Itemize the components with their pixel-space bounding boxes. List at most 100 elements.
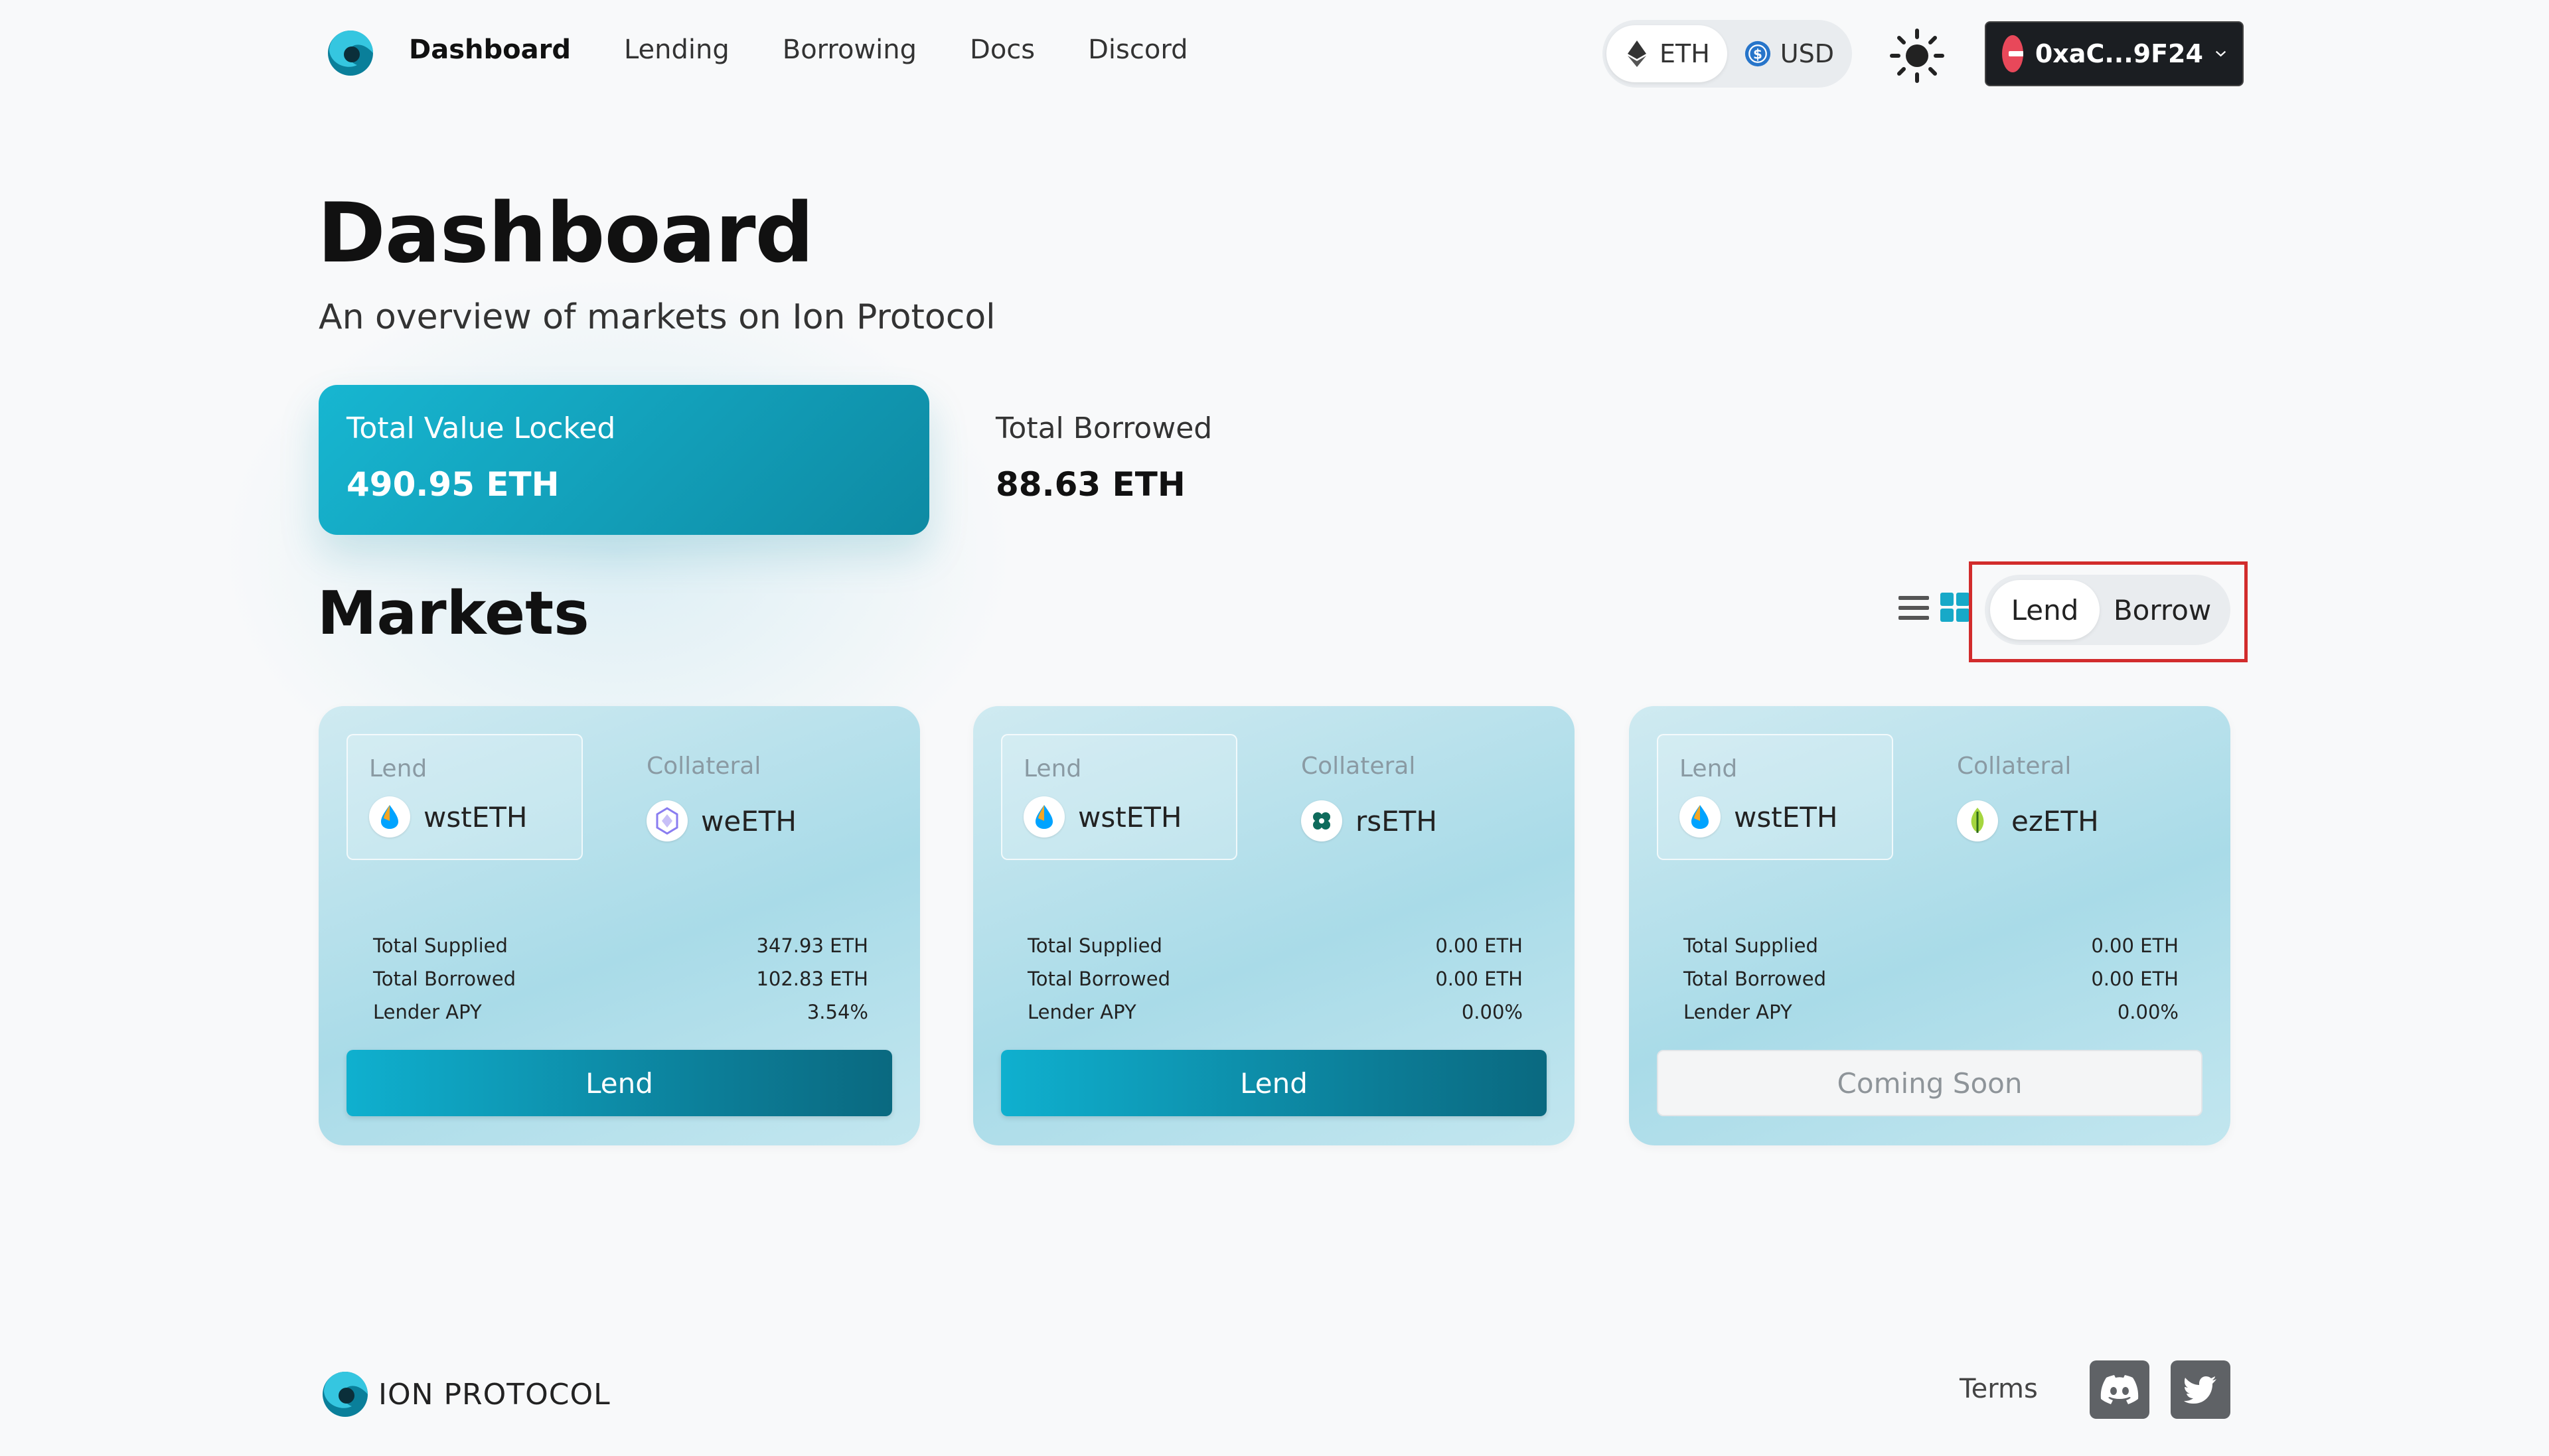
sun-icon[interactable] bbox=[1889, 28, 1945, 84]
footer-brand: ION PROTOCOL bbox=[378, 1378, 611, 1412]
wallet-address: 0xaC...9F24 bbox=[2035, 39, 2203, 68]
stat-label: Total Supplied bbox=[1683, 934, 1818, 957]
stat-row-total-borrowed: Total Borrowed 102.83 ETH bbox=[373, 962, 868, 995]
collateral-asset-name: ezETH bbox=[2011, 804, 2099, 837]
ion-logo-icon[interactable] bbox=[317, 1364, 373, 1421]
collateral-asset: Collateral weETH bbox=[647, 734, 886, 860]
stat-label: Total Supplied bbox=[373, 934, 508, 957]
coming-soon-button[interactable]: Coming Soon bbox=[1657, 1050, 2202, 1116]
tvl-label: Total Value Locked bbox=[347, 411, 616, 445]
lend-asset-name: wstETH bbox=[1734, 800, 1838, 834]
collateral-asset-name: rsETH bbox=[1355, 804, 1437, 837]
lend-asset-label: Lend bbox=[1679, 755, 1738, 782]
stat-row-lender-apy: Lender APY 0.00% bbox=[1683, 995, 2179, 1029]
top-navbar: Dashboard Lending Borrowing Docs Discord… bbox=[0, 0, 2549, 106]
tvl-card: Total Value Locked 490.95 ETH bbox=[319, 385, 929, 535]
wsteth-token-icon bbox=[1679, 796, 1721, 837]
stat-row-total-supplied: Total Supplied 347.93 ETH bbox=[373, 929, 868, 962]
total-borrowed-label: Total Borrowed bbox=[996, 411, 1213, 445]
market-stats: Total Supplied 0.00 ETH Total Borrowed 0… bbox=[1028, 929, 1523, 1029]
currency-usd-button[interactable]: $ USD bbox=[1727, 25, 1851, 82]
currency-toggle: ETH $ USD bbox=[1602, 20, 1852, 88]
collateral-label: Collateral bbox=[1957, 753, 2072, 780]
discord-button[interactable] bbox=[2090, 1360, 2149, 1419]
lend-borrow-toggle: Lend Borrow bbox=[1985, 575, 2230, 645]
nav-discord[interactable]: Discord bbox=[1088, 35, 1188, 65]
stat-label: Lender APY bbox=[1028, 1001, 1136, 1023]
stat-label: Total Supplied bbox=[1028, 934, 1162, 957]
chevron-down-icon bbox=[2215, 50, 2226, 57]
collateral-asset: Collateral rsETH bbox=[1301, 734, 1540, 860]
ion-logo-icon[interactable] bbox=[323, 24, 378, 80]
grid-view-icon[interactable] bbox=[1940, 592, 1970, 622]
total-borrowed-value: 88.63 ETH bbox=[996, 465, 1186, 504]
lend-button[interactable]: Lend bbox=[347, 1050, 892, 1116]
stat-label: Total Borrowed bbox=[373, 968, 516, 990]
collateral-label: Collateral bbox=[1301, 753, 1416, 780]
twitter-button[interactable] bbox=[2171, 1360, 2230, 1419]
stat-value: 0.00 ETH bbox=[2091, 968, 2179, 990]
nav-borrowing[interactable]: Borrowing bbox=[783, 35, 917, 65]
tvl-value: 490.95 ETH bbox=[347, 465, 560, 504]
lend-toggle-button[interactable]: Lend bbox=[1990, 580, 2100, 640]
wallet-button[interactable]: 0xaC...9F24 bbox=[1985, 21, 2244, 86]
nav-docs[interactable]: Docs bbox=[970, 35, 1035, 65]
total-borrowed-stat: Total Borrowed 88.63 ETH bbox=[996, 411, 1212, 504]
stat-value: 0.00% bbox=[1461, 1001, 1523, 1023]
lend-button[interactable]: Lend bbox=[1001, 1050, 1547, 1116]
nav-lending[interactable]: Lending bbox=[624, 35, 730, 65]
stat-label: Lender APY bbox=[1683, 1001, 1792, 1023]
stat-value: 102.83 ETH bbox=[756, 968, 868, 990]
stat-value: 0.00% bbox=[2117, 1001, 2179, 1023]
stat-value: 347.93 ETH bbox=[756, 934, 868, 957]
lend-asset-box: Lend wstETH bbox=[1001, 734, 1237, 860]
lend-asset-box: Lend wstETH bbox=[347, 734, 583, 860]
wallet-avatar bbox=[2002, 35, 2023, 72]
stat-value: 0.00 ETH bbox=[1435, 934, 1523, 957]
lend-asset-name: wstETH bbox=[424, 800, 528, 834]
stat-row-total-borrowed: Total Borrowed 0.00 ETH bbox=[1683, 962, 2179, 995]
stat-value: 0.00 ETH bbox=[1435, 968, 1523, 990]
weeth-token-icon bbox=[647, 800, 688, 841]
stat-row-lender-apy: Lender APY 3.54% bbox=[373, 995, 868, 1029]
stat-label: Lender APY bbox=[373, 1001, 482, 1023]
collateral-asset-name: weETH bbox=[701, 804, 797, 837]
currency-usd-label: USD bbox=[1780, 39, 1834, 68]
main-nav: Dashboard Lending Borrowing Docs Discord bbox=[409, 35, 1188, 65]
nav-dashboard[interactable]: Dashboard bbox=[409, 35, 571, 65]
borrow-toggle-button[interactable]: Borrow bbox=[2100, 580, 2225, 640]
stat-value: 3.54% bbox=[807, 1001, 868, 1023]
page-title: Dashboard bbox=[317, 186, 814, 281]
page-subtitle: An overview of markets on Ion Protocol bbox=[319, 297, 996, 337]
ezeth-token-icon bbox=[1957, 800, 1998, 841]
lend-asset-name: wstETH bbox=[1078, 800, 1182, 834]
rseth-token-icon bbox=[1301, 800, 1342, 841]
stat-value: 0.00 ETH bbox=[2091, 934, 2179, 957]
discord-icon bbox=[2100, 1375, 2139, 1404]
collateral-label: Collateral bbox=[647, 753, 761, 780]
lend-asset-box: Lend wstETH bbox=[1657, 734, 1893, 860]
stat-row-total-borrowed: Total Borrowed 0.00 ETH bbox=[1028, 962, 1523, 995]
lend-asset-label: Lend bbox=[369, 755, 427, 782]
stat-row-total-supplied: Total Supplied 0.00 ETH bbox=[1683, 929, 2179, 962]
twitter-icon bbox=[2184, 1376, 2216, 1404]
stat-label: Total Borrowed bbox=[1683, 968, 1826, 990]
stat-row-lender-apy: Lender APY 0.00% bbox=[1028, 995, 1523, 1029]
market-card: Lend wstETH Collateral rsETH Total Suppl… bbox=[973, 706, 1575, 1145]
svg-text:$: $ bbox=[1753, 46, 1762, 62]
collateral-asset: Collateral ezETH bbox=[1957, 734, 2196, 860]
lend-asset-label: Lend bbox=[1024, 755, 1082, 782]
list-view-icon[interactable] bbox=[1897, 592, 1930, 624]
currency-eth-button[interactable]: ETH bbox=[1606, 25, 1727, 82]
markets-title: Markets bbox=[317, 579, 589, 648]
stat-label: Total Borrowed bbox=[1028, 968, 1170, 990]
wsteth-token-icon bbox=[1024, 796, 1065, 837]
usd-coin-icon: $ bbox=[1744, 40, 1771, 67]
market-card: Lend wstETH Collateral ezETH Total Suppl… bbox=[1629, 706, 2230, 1145]
currency-eth-label: ETH bbox=[1660, 39, 1710, 68]
market-stats: Total Supplied 347.93 ETH Total Borrowed… bbox=[373, 929, 868, 1029]
market-stats: Total Supplied 0.00 ETH Total Borrowed 0… bbox=[1683, 929, 2179, 1029]
eth-icon bbox=[1624, 40, 1650, 67]
wsteth-token-icon bbox=[369, 796, 410, 837]
terms-link[interactable]: Terms bbox=[1960, 1374, 2038, 1404]
